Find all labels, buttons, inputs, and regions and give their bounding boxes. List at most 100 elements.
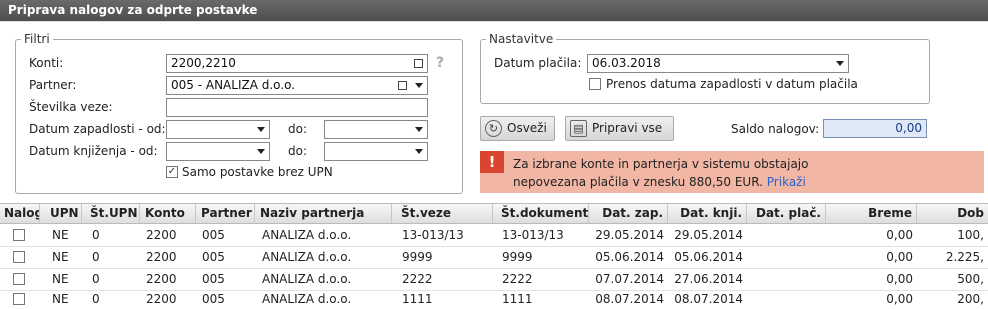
zapadlost-od-select[interactable] <box>166 120 270 139</box>
warning-message: Za izbrane konte in partnerja v sistemu … <box>513 155 873 191</box>
cell-naziv: ANALIZA d.o.o. <box>262 228 352 242</box>
zapadlost-do-select[interactable] <box>324 120 428 139</box>
cell-dat-zap: 08.07.2014 <box>595 292 664 306</box>
cell-dob: 500, <box>957 272 984 286</box>
cell-st-dokumenta: 1111 <box>502 292 533 306</box>
cell-breme: 0,00 <box>886 292 913 306</box>
cell-partner: 005 <box>202 250 225 264</box>
col-st-veze[interactable]: Št.veze <box>397 204 493 223</box>
cell-dat-zap: 29.05.2014 <box>595 228 664 242</box>
cell-upn: NE <box>52 228 69 242</box>
cell-st-veze: 13-013/13 <box>402 228 464 242</box>
table-header: Nalog UPN Št.UPN Konto Partner Naziv par… <box>0 203 988 224</box>
col-dat-plac[interactable]: Dat. plač. <box>748 204 826 223</box>
col-dat-knji[interactable]: Dat. knji. <box>669 204 747 223</box>
knjizenje-do-select[interactable] <box>324 142 428 161</box>
cell-partner: 005 <box>202 292 225 306</box>
knjizenje-do-label: do: <box>288 144 308 158</box>
stevilka-veze-field[interactable] <box>166 98 428 117</box>
cell-upn: NE <box>52 250 69 264</box>
cell-breme: 0,00 <box>886 228 913 242</box>
filters-legend: Filtri <box>24 32 50 46</box>
warning-text: Za izbrane konte in partnerja v sistemu … <box>513 157 809 189</box>
cell-dat-knji: 29.05.2014 <box>674 228 743 242</box>
osvezi-button[interactable]: ↻ Osveži <box>480 116 555 141</box>
table-row[interactable]: NE 0 2200 005 ANALIZA d.o.o. 13-013/13 1… <box>0 225 988 247</box>
cell-st-upn: 0 <box>92 292 100 306</box>
datum-knjizenja-label: Datum knjiženja - od: <box>29 144 158 158</box>
stevilka-veze-label: Številka veze: <box>29 100 113 114</box>
cell-dat-plac <box>748 225 826 246</box>
chevron-down-icon[interactable] <box>415 83 423 88</box>
cell-breme: 0,00 <box>886 250 913 264</box>
col-dat-zap[interactable]: Dat. zap. <box>590 204 668 223</box>
col-konto[interactable]: Konto <box>141 204 196 223</box>
cell-dat-plac <box>748 247 826 268</box>
partner-label: Partner: <box>29 78 77 92</box>
zapadlost-do-label: do: <box>288 122 308 136</box>
col-nalog[interactable]: Nalog <box>0 204 40 223</box>
table-row[interactable]: NE 0 2200 005 ANALIZA d.o.o. 9999 9999 0… <box>0 247 988 269</box>
pripravi-vse-button[interactable]: ▤ Pripravi vse <box>565 116 674 141</box>
konti-field[interactable]: 2200,2210 <box>166 54 428 73</box>
nalog-checkbox[interactable] <box>13 229 25 241</box>
chevron-down-icon[interactable] <box>257 149 265 154</box>
nalog-checkbox[interactable] <box>13 273 25 285</box>
cell-breme: 0,00 <box>886 272 913 286</box>
prikazi-link[interactable]: Prikaži <box>767 175 806 189</box>
lookup-icon[interactable] <box>414 59 423 68</box>
cell-dob: 2.225, <box>945 250 984 264</box>
prenos-checkbox[interactable] <box>589 78 601 90</box>
cell-dat-plac <box>748 289 826 309</box>
cell-dat-plac <box>748 269 826 290</box>
cell-konto: 2200 <box>146 228 177 242</box>
pripravi-vse-label: Pripravi vse <box>592 121 663 135</box>
chevron-down-icon[interactable] <box>415 127 423 132</box>
cell-st-dokumenta: 2222 <box>502 272 533 286</box>
saldo-label: Saldo nalogov: <box>731 122 820 136</box>
cell-st-dokumenta: 9999 <box>502 250 533 264</box>
datum-placila-value: 06.03.2018 <box>592 56 661 70</box>
col-partner[interactable]: Partner <box>197 204 255 223</box>
col-upn[interactable]: UPN <box>46 204 82 223</box>
osvezi-label: Osveži <box>507 121 547 135</box>
konti-label: Konti: <box>29 56 64 70</box>
samo-upn-checkbox[interactable]: ✓ <box>166 166 178 178</box>
nalog-checkbox[interactable] <box>13 251 25 263</box>
table-row[interactable]: NE 0 2200 005 ANALIZA d.o.o. 2222 2222 0… <box>0 269 988 291</box>
partner-select[interactable]: 005 - ANALIZA d.o.o. <box>166 76 428 95</box>
cell-dob: 200, <box>957 292 984 306</box>
partner-value: 005 - ANALIZA d.o.o. <box>171 78 296 92</box>
cell-st-veze: 2222 <box>402 272 433 286</box>
settings-legend: Nastavitve <box>489 32 554 46</box>
col-dob[interactable]: Dob <box>918 204 988 223</box>
col-naziv-partnerja[interactable]: Naziv partnerja <box>256 204 392 223</box>
nalog-checkbox[interactable] <box>13 293 25 305</box>
cell-naziv: ANALIZA d.o.o. <box>262 292 352 306</box>
prenos-label: Prenos datuma zapadlosti v datum plačila <box>606 77 858 91</box>
datum-placila-select[interactable]: 06.03.2018 <box>587 54 849 73</box>
cell-st-dokumenta: 13-013/13 <box>502 228 564 242</box>
col-st-dokumenta[interactable]: Št.dokumenta <box>497 204 589 223</box>
lookup-icon[interactable] <box>398 81 407 90</box>
refresh-icon: ↻ <box>485 120 502 137</box>
cell-naziv: ANALIZA d.o.o. <box>262 250 352 264</box>
cell-dob: 100, <box>957 228 984 242</box>
help-icon[interactable]: ? <box>436 55 444 71</box>
col-breme[interactable]: Breme <box>827 204 917 223</box>
datum-zapadlosti-label: Datum zapadlosti - od: <box>29 122 166 136</box>
chevron-down-icon[interactable] <box>415 149 423 154</box>
cell-konto: 2200 <box>146 272 177 286</box>
chevron-down-icon[interactable] <box>836 61 844 66</box>
window-title: Priprava nalogov za odprte postavke <box>0 0 988 21</box>
warning-icon: ! <box>480 151 504 173</box>
knjizenje-od-select[interactable] <box>166 142 270 161</box>
cell-konto: 2200 <box>146 292 177 306</box>
cell-st-veze: 1111 <box>402 292 433 306</box>
chevron-down-icon[interactable] <box>257 127 265 132</box>
table-row[interactable]: NE 0 2200 005 ANALIZA d.o.o. 1111 1111 0… <box>0 291 988 309</box>
cell-upn: NE <box>52 292 69 306</box>
col-st-upn[interactable]: Št.UPN <box>86 204 140 223</box>
saldo-value: 0,00 <box>823 119 927 138</box>
warning-banner: ! Za izbrane konte in partnerja v sistem… <box>480 151 984 193</box>
